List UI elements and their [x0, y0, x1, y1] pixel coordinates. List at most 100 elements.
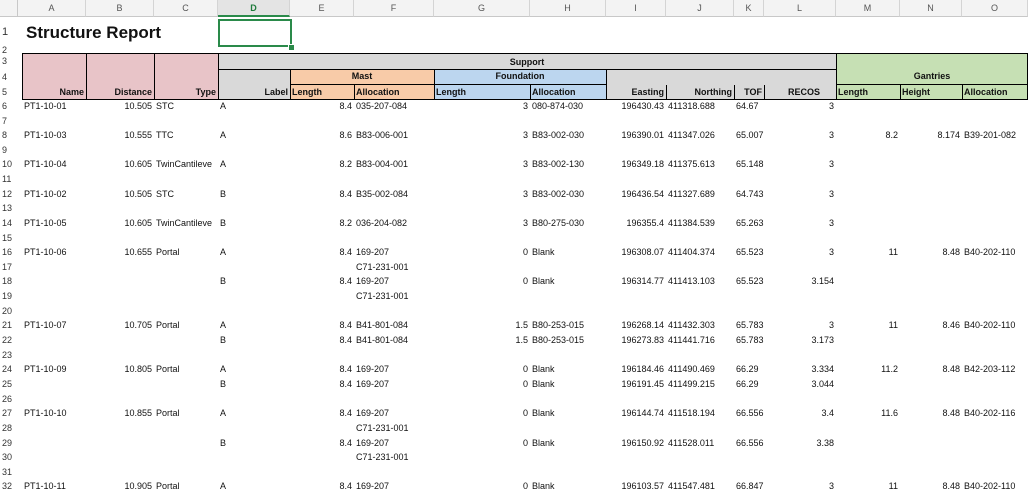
column-header-e[interactable]: E — [290, 0, 354, 17]
cell-recos-row-16[interactable]: 3 — [764, 245, 836, 260]
cell-label-row-18[interactable]: B — [218, 274, 290, 289]
cell-ga-row-24[interactable]: B42-203-112 — [962, 362, 1028, 377]
cell-tof-row-10[interactable]: 65.148 — [734, 157, 764, 172]
cell-ml-row-12[interactable]: 8.4 — [290, 187, 354, 202]
cell-fa-row-8[interactable]: B83-002-030 — [530, 128, 606, 143]
cell-gh-row-24[interactable]: 8.48 — [900, 362, 962, 377]
cell-tof-row-21[interactable]: 65.783 — [734, 318, 764, 333]
row-header-7[interactable]: 7 — [0, 113, 18, 129]
cell-fl-row-24[interactable]: 0 — [434, 362, 530, 377]
cell-ma-row-29[interactable]: 169-207 — [354, 436, 434, 451]
cell-label-row-8[interactable]: A — [218, 128, 290, 143]
cell-label-row-24[interactable]: A — [218, 362, 290, 377]
column-header-h[interactable]: H — [530, 0, 606, 17]
row-header-30[interactable]: 30 — [0, 450, 18, 465]
column-header-c[interactable]: C — [154, 0, 218, 17]
cell-label-row-14[interactable]: B — [218, 216, 290, 231]
cell-ml-row-8[interactable]: 8.6 — [290, 128, 354, 143]
cell-label-row-16[interactable]: A — [218, 245, 290, 260]
cell-ml-row-22[interactable]: 8.4 — [290, 333, 354, 348]
column-header-j[interactable]: J — [666, 0, 734, 17]
cell-dist-row-21[interactable]: 10.705 — [86, 318, 154, 333]
cell-ga-row-32[interactable]: B40-202-110 — [962, 479, 1028, 494]
cell-no-row-22[interactable]: 411441.716 — [666, 333, 734, 348]
cell-no-row-14[interactable]: 411384.539 — [666, 216, 734, 231]
cell-label-row-10[interactable]: A — [218, 157, 290, 172]
cell-ma-row-16[interactable]: 169-207 — [354, 245, 434, 260]
cell-ma-row-21[interactable]: B41-801-084 — [354, 318, 434, 333]
cell-ml-row-10[interactable]: 8.2 — [290, 157, 354, 172]
cell-type-row-24[interactable]: Portal — [154, 362, 218, 377]
cell-gl-row-21[interactable]: 11 — [836, 318, 900, 333]
cell-ml-row-32[interactable]: 8.4 — [290, 479, 354, 494]
row-header-5[interactable]: 5 — [0, 85, 18, 99]
cell-recos-row-8[interactable]: 3 — [764, 128, 836, 143]
row-header-6[interactable]: 6 — [0, 99, 18, 114]
cell-name-row-12[interactable]: PT1-10-02 — [22, 187, 86, 202]
cell-tof-row-32[interactable]: 66.847 — [734, 479, 764, 494]
cell-type-row-32[interactable]: Portal — [154, 479, 218, 494]
cell-dist-row-24[interactable]: 10.805 — [86, 362, 154, 377]
cell-type-row-27[interactable]: Portal — [154, 406, 218, 421]
cell-no-row-29[interactable]: 411528.011 — [666, 436, 734, 451]
row-header-28[interactable]: 28 — [0, 420, 18, 436]
row-header-12[interactable]: 12 — [0, 186, 18, 202]
cell-no-row-32[interactable]: 411547.481 — [666, 479, 734, 494]
cell-fa-row-25[interactable]: Blank — [530, 377, 606, 392]
cell-fl-row-6[interactable]: 3 — [434, 99, 530, 114]
row-header-16[interactable]: 16 — [0, 245, 18, 260]
cell-name-row-24[interactable]: PT1-10-09 — [22, 362, 86, 377]
cell-gh-row-27[interactable]: 8.48 — [900, 406, 962, 421]
cell-label-row-21[interactable]: A — [218, 318, 290, 333]
cell-fa-row-29[interactable]: Blank — [530, 436, 606, 451]
cell-ma-row-19[interactable]: C71-231-001 — [354, 289, 434, 304]
cell-no-row-16[interactable]: 411404.374 — [666, 245, 734, 260]
cell-e-row-16[interactable]: 196308.07 — [606, 245, 666, 260]
cell-fa-row-32[interactable]: Blank — [530, 479, 606, 494]
cell-e-row-6[interactable]: 196430.43 — [606, 99, 666, 114]
cell-dist-row-16[interactable]: 10.655 — [86, 245, 154, 260]
cell-dist-row-10[interactable]: 10.605 — [86, 157, 154, 172]
row-header-8[interactable]: 8 — [0, 128, 18, 143]
cell-name-row-16[interactable]: PT1-10-06 — [22, 245, 86, 260]
row-header-13[interactable]: 13 — [0, 201, 18, 216]
cell-type-row-21[interactable]: Portal — [154, 318, 218, 333]
row-header-23[interactable]: 23 — [0, 347, 18, 363]
cell-gh-row-21[interactable]: 8.46 — [900, 318, 962, 333]
row-header-27[interactable]: 27 — [0, 406, 18, 421]
cell-fa-row-24[interactable]: Blank — [530, 362, 606, 377]
row-header-29[interactable]: 29 — [0, 435, 18, 451]
row-header-26[interactable]: 26 — [0, 391, 18, 407]
row-header-15[interactable]: 15 — [0, 230, 18, 245]
cell-fl-row-8[interactable]: 3 — [434, 128, 530, 143]
cell-e-row-27[interactable]: 196144.74 — [606, 406, 666, 421]
cell-ma-row-17[interactable]: C71-231-001 — [354, 260, 434, 275]
cell-gl-row-16[interactable]: 11 — [836, 245, 900, 260]
cell-e-row-29[interactable]: 196150.92 — [606, 436, 666, 451]
cell-type-row-16[interactable]: Portal — [154, 245, 218, 260]
cell-no-row-25[interactable]: 411499.215 — [666, 377, 734, 392]
cell-ml-row-27[interactable]: 8.4 — [290, 406, 354, 421]
cell-ma-row-8[interactable]: B83-006-001 — [354, 128, 434, 143]
cell-gl-row-24[interactable]: 11.2 — [836, 362, 900, 377]
row-header-17[interactable]: 17 — [0, 259, 18, 275]
cell-tof-row-29[interactable]: 66.556 — [734, 436, 764, 451]
cell-gh-row-16[interactable]: 8.48 — [900, 245, 962, 260]
cell-tof-row-24[interactable]: 66.29 — [734, 362, 764, 377]
spreadsheet-grid[interactable]: ABCDEFGHIJKLMNO 1 2 3 4 5 6 7 8 9 10 11 12 13 14 15 16 1… — [0, 0, 1028, 503]
row-header-24[interactable]: 24 — [0, 362, 18, 377]
cell-tof-row-6[interactable]: 64.67 — [734, 99, 764, 114]
cell-ml-row-21[interactable]: 8.4 — [290, 318, 354, 333]
cell-e-row-22[interactable]: 196273.83 — [606, 333, 666, 348]
row-header-4[interactable]: 4 — [0, 69, 18, 85]
cell-ma-row-32[interactable]: 169-207 — [354, 479, 434, 494]
row-header-10[interactable]: 10 — [0, 157, 18, 173]
row-header-32[interactable]: 32 — [0, 479, 18, 495]
cell-tof-row-14[interactable]: 65.263 — [734, 216, 764, 231]
cell-ma-row-14[interactable]: 036-204-082 — [354, 216, 434, 231]
row-header-19[interactable]: 19 — [0, 289, 18, 304]
cell-ml-row-24[interactable]: 8.4 — [290, 362, 354, 377]
row-header-20[interactable]: 20 — [0, 303, 18, 319]
row-header-14[interactable]: 14 — [0, 215, 18, 231]
cell-fl-row-18[interactable]: 0 — [434, 274, 530, 289]
